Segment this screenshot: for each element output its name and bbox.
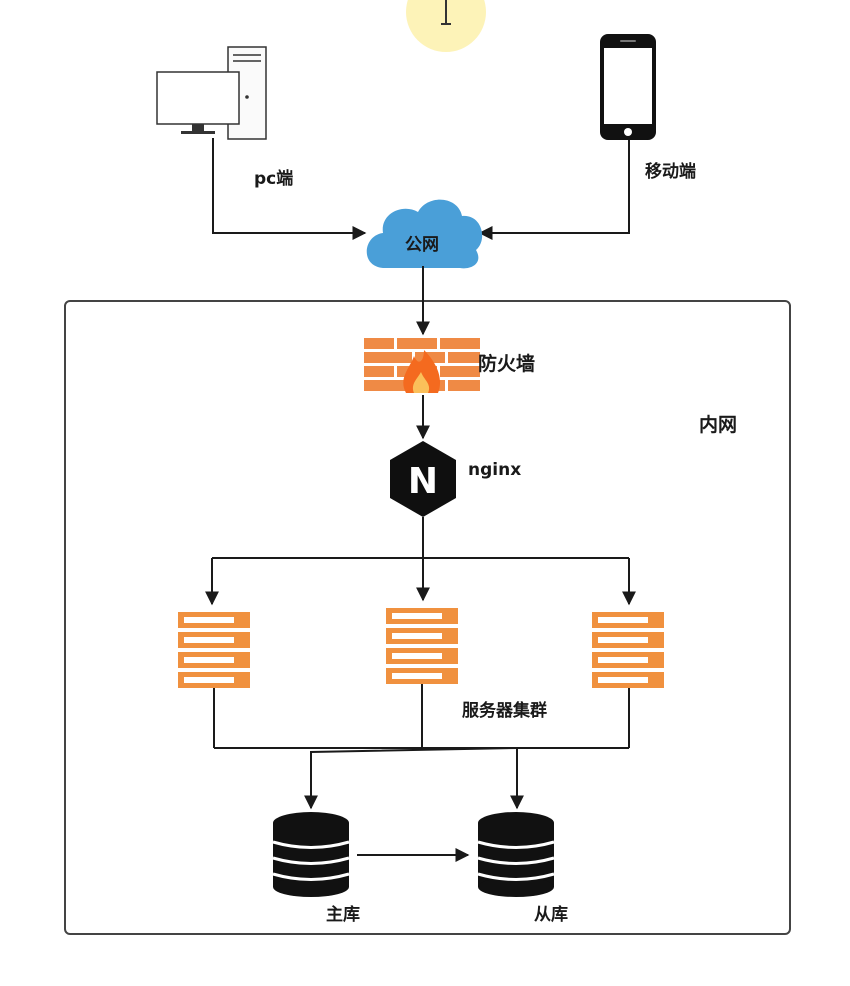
mobile-to-internet-arrow [478, 140, 630, 240]
nginx-glyph: N [408, 461, 438, 502]
pc-label: pc端 [254, 168, 293, 189]
architecture-diagram: pc端 移动端 公网 内网 防火墙 N nginx 服务器集群 主库 从库 [64, 0, 791, 935]
server-rack-icon [386, 608, 458, 684]
nginx-hexagon-icon: N [390, 441, 456, 517]
nginx-label: nginx [468, 460, 521, 480]
server-rack-icon [592, 612, 664, 688]
database-icon [477, 812, 555, 897]
smartphone-icon [600, 34, 656, 140]
text-cursor-icon [406, 0, 486, 52]
mobile-label: 移动端 [645, 161, 696, 182]
slave-db-label: 从库 [534, 904, 568, 925]
server-cluster-label: 服务器集群 [462, 700, 547, 721]
intranet-label: 内网 [699, 413, 737, 436]
database-icon [272, 812, 350, 897]
bus-to-master-arrow [304, 747, 518, 810]
internet-label: 公网 [405, 235, 439, 255]
firewall-icon [364, 338, 480, 393]
desktop-computer-icon [156, 46, 267, 140]
master-db-label: 主库 [326, 904, 360, 925]
server-rack-icon [178, 612, 250, 688]
firewall-label: 防火墙 [478, 352, 535, 375]
